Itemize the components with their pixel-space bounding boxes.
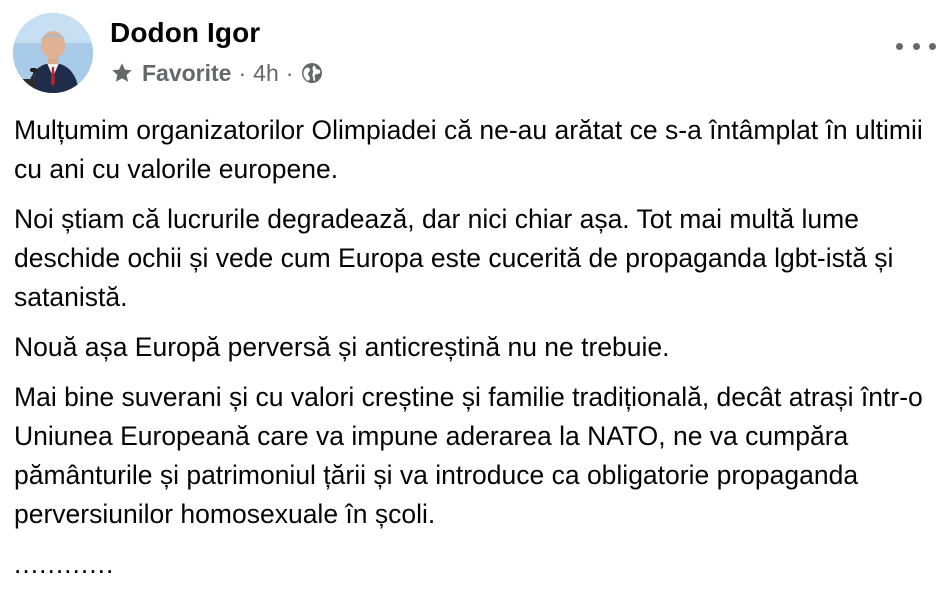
meta-separator: · [238,59,247,86]
post-paragraph: Mulțumim organizatorilor Olimpiadei că n… [14,115,923,184]
dot [929,42,936,50]
star-icon [110,61,134,85]
dot [896,42,903,50]
author-name[interactable]: Dodon Igor [110,15,260,51]
dot [912,42,920,50]
globe-icon[interactable] [301,62,323,84]
facebook-post: Dodon Igor Favorite · 4h · Mulțumim orga… [0,0,952,590]
more-options-icon[interactable] [896,36,936,56]
favorite-label[interactable]: Favorite [142,60,231,87]
see-more-dots: ............ [14,549,115,579]
meta-separator: · [285,59,294,86]
post-text: Mulțumim organizatorilor Olimpiadei că n… [14,111,944,584]
post-paragraph: Nouă așa Europă perversă și anticreștină… [14,332,670,362]
post-paragraph: Mai bine suverani și cu valori creștine … [14,382,923,529]
post-meta: Favorite · 4h · [110,58,323,88]
avatar[interactable] [13,13,93,93]
post-time[interactable]: 4h [253,60,279,87]
post-paragraph: Noi știam că lucrurile degradează, dar n… [14,204,894,312]
avatar-photo [13,13,93,93]
